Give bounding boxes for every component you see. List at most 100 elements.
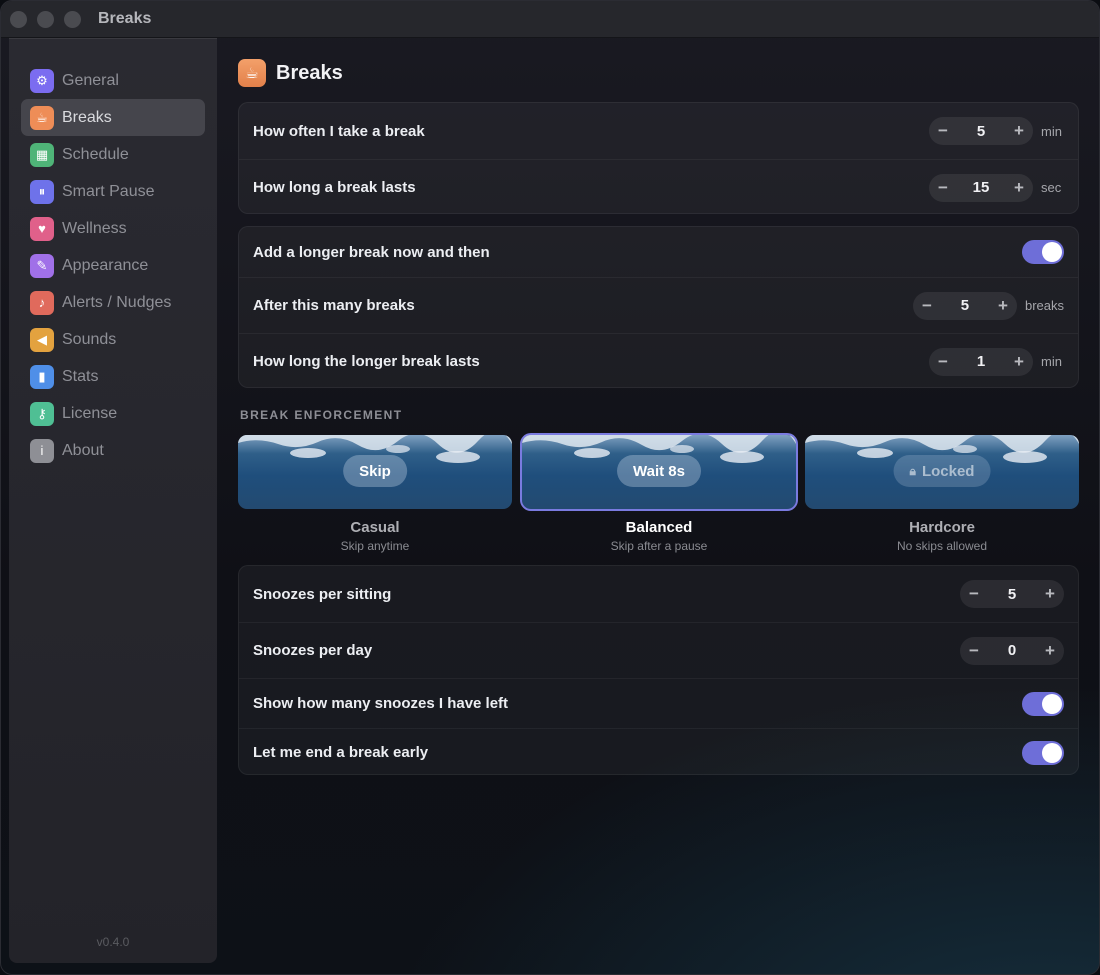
mode-option-hardcore[interactable]: 🔒︎ Locked Hardcore No skips allowed bbox=[805, 435, 1079, 553]
sidebar-item-smart-pause[interactable]: ⏸ Smart Pause bbox=[21, 173, 205, 210]
page-header: ☕ Breaks bbox=[238, 59, 343, 87]
unit-label: min bbox=[1041, 123, 1062, 139]
longer-break-card: Add a longer break now and then After th… bbox=[238, 226, 1079, 388]
mode-option-balanced[interactable]: Wait 8s Balanced Skip after a pause bbox=[520, 433, 798, 553]
end-break-early-toggle[interactable] bbox=[1022, 740, 1064, 765]
increment-button[interactable]: + bbox=[1005, 121, 1033, 141]
sidebar-item-label: License bbox=[62, 404, 118, 422]
close-window-button[interactable] bbox=[10, 10, 27, 28]
decrement-button[interactable]: − bbox=[929, 121, 957, 141]
increment-button[interactable]: + bbox=[1005, 178, 1033, 198]
decrement-button[interactable]: − bbox=[960, 641, 988, 661]
settings-window: Breaks ⚙ General ☕ Breaks ▦ Schedule ⏸ S… bbox=[0, 0, 1100, 975]
sidebar-item-label: Sounds bbox=[62, 330, 117, 348]
speaker-icon: ◀ bbox=[30, 327, 54, 352]
snoozes-per-day-row: Snoozes per day − 0 + bbox=[239, 622, 1078, 678]
stepper-value: 15 bbox=[972, 179, 990, 196]
window-title: Breaks bbox=[98, 10, 152, 27]
row-label: Snoozes per sitting bbox=[253, 585, 392, 603]
row-label: How often I take a break bbox=[253, 122, 425, 140]
sidebar-item-general[interactable]: ⚙ General bbox=[21, 62, 205, 99]
sidebar-item-license[interactable]: ⚷ License bbox=[21, 395, 205, 432]
longer-break-interval-row: After this many breaks − 5 + breaks bbox=[239, 277, 1078, 333]
brush-icon: ✎ bbox=[30, 253, 54, 278]
pill-label: Locked bbox=[921, 462, 975, 480]
mode-name: Balanced bbox=[625, 519, 693, 536]
unit-label: sec bbox=[1041, 180, 1062, 195]
increment-button[interactable]: + bbox=[1036, 641, 1064, 661]
lock-icon: 🔒︎ bbox=[909, 463, 916, 478]
increment-button[interactable]: + bbox=[1005, 352, 1033, 372]
mode-preview: 🔒︎ Locked bbox=[805, 435, 1079, 509]
sidebar-item-about[interactable]: i About bbox=[21, 432, 205, 469]
calendar-icon: ▦ bbox=[30, 142, 54, 167]
sidebar-item-appearance[interactable]: ✎ Appearance bbox=[21, 247, 205, 284]
sidebar-item-label: About bbox=[62, 441, 104, 459]
sidebar-item-stats[interactable]: ▮ Stats bbox=[21, 358, 205, 395]
window-controls bbox=[10, 10, 81, 28]
cup-icon: ☕ bbox=[30, 105, 54, 130]
toggle-knob bbox=[1042, 242, 1062, 262]
sidebar-item-label: Appearance bbox=[62, 256, 149, 274]
sidebar-item-breaks[interactable]: ☕ Breaks bbox=[21, 99, 205, 136]
sidebar-item-alerts-nudges[interactable]: ♪ Alerts / Nudges bbox=[21, 284, 205, 321]
app-version: v0.4.0 bbox=[96, 935, 130, 949]
longer-break-duration-row: How long the longer break lasts − 1 + mi… bbox=[239, 333, 1078, 389]
longer-break-toggle-row: Add a longer break now and then bbox=[239, 227, 1078, 277]
sidebar-item-label: General bbox=[62, 71, 119, 89]
sidebar-item-schedule[interactable]: ▦ Schedule bbox=[21, 136, 205, 173]
stepper-value: 5 bbox=[1007, 585, 1017, 603]
unit-label: breaks bbox=[1024, 298, 1064, 313]
sidebar-item-label: Breaks bbox=[62, 108, 112, 126]
stepper-value: 5 bbox=[976, 122, 986, 140]
row-label: How long a break lasts bbox=[253, 179, 416, 196]
mode-name: Hardcore bbox=[909, 519, 975, 536]
increment-button[interactable]: + bbox=[1036, 584, 1064, 604]
skip-pill: Skip bbox=[343, 455, 407, 487]
sidebar-item-label: Schedule bbox=[62, 145, 129, 163]
break-length-stepper: − 15 + bbox=[929, 173, 1033, 202]
sidebar-item-label: Smart Pause bbox=[62, 182, 155, 200]
stepper-value: 5 bbox=[960, 297, 970, 314]
unit-label: min bbox=[1041, 354, 1062, 369]
show-snoozes-left-toggle[interactable] bbox=[1022, 691, 1064, 716]
wait-pill: Wait 8s bbox=[617, 455, 701, 487]
snoozes-per-sitting-row: Snoozes per sitting − 5 + bbox=[239, 566, 1078, 622]
longer-break-interval-stepper: − 5 + bbox=[912, 291, 1017, 320]
stepper-value: 0 bbox=[1007, 642, 1017, 659]
decrement-button[interactable]: − bbox=[929, 352, 957, 372]
info-icon: i bbox=[30, 438, 54, 463]
longer-break-duration-stepper: − 1 + bbox=[929, 347, 1033, 376]
row-label: Add a longer break now and then bbox=[253, 243, 490, 261]
decrement-button[interactable]: − bbox=[913, 296, 941, 316]
decrement-button[interactable]: − bbox=[960, 584, 988, 604]
toggle-knob bbox=[1042, 693, 1062, 714]
decrement-button[interactable]: − bbox=[929, 178, 957, 198]
pause-icon: ⏸ bbox=[30, 179, 54, 204]
heart-icon: ♥ bbox=[30, 216, 54, 241]
mode-preview: Wait 8s bbox=[520, 433, 798, 511]
snoozes-per-day-stepper: − 0 + bbox=[960, 636, 1064, 665]
snoozes-per-sitting-stepper: − 5 + bbox=[960, 580, 1064, 608]
sidebar-item-wellness[interactable]: ♥ Wellness bbox=[21, 210, 205, 247]
longer-break-toggle[interactable] bbox=[1022, 240, 1064, 264]
key-icon: ⚷ bbox=[30, 401, 54, 426]
break-frequency-stepper: − 5 + bbox=[929, 117, 1033, 145]
row-label: How long the longer break lasts bbox=[253, 353, 480, 370]
bell-icon: ♪ bbox=[30, 290, 54, 315]
zoom-window-button[interactable] bbox=[64, 10, 81, 28]
sidebar-item-label: Stats bbox=[62, 367, 99, 385]
sidebar-item-sounds[interactable]: ◀ Sounds bbox=[21, 321, 205, 358]
sidebar-item-label: Wellness bbox=[62, 219, 127, 237]
minimize-window-button[interactable] bbox=[37, 10, 54, 28]
end-break-early-row: Let me end a break early bbox=[239, 728, 1078, 776]
mode-option-casual[interactable]: Skip Casual Skip anytime bbox=[238, 435, 512, 553]
row-label: Let me end a break early bbox=[253, 744, 429, 761]
mode-description: Skip after a pause bbox=[610, 539, 708, 553]
increment-button[interactable]: + bbox=[989, 296, 1017, 316]
snooze-card: Snoozes per sitting − 5 + Snoozes per da… bbox=[238, 565, 1079, 775]
sidebar-item-label: Alerts / Nudges bbox=[62, 293, 172, 311]
show-snoozes-left-row: Show how many snoozes I have left bbox=[239, 678, 1078, 728]
mode-preview: Skip bbox=[238, 435, 512, 509]
row-label: Snoozes per day bbox=[253, 642, 373, 659]
